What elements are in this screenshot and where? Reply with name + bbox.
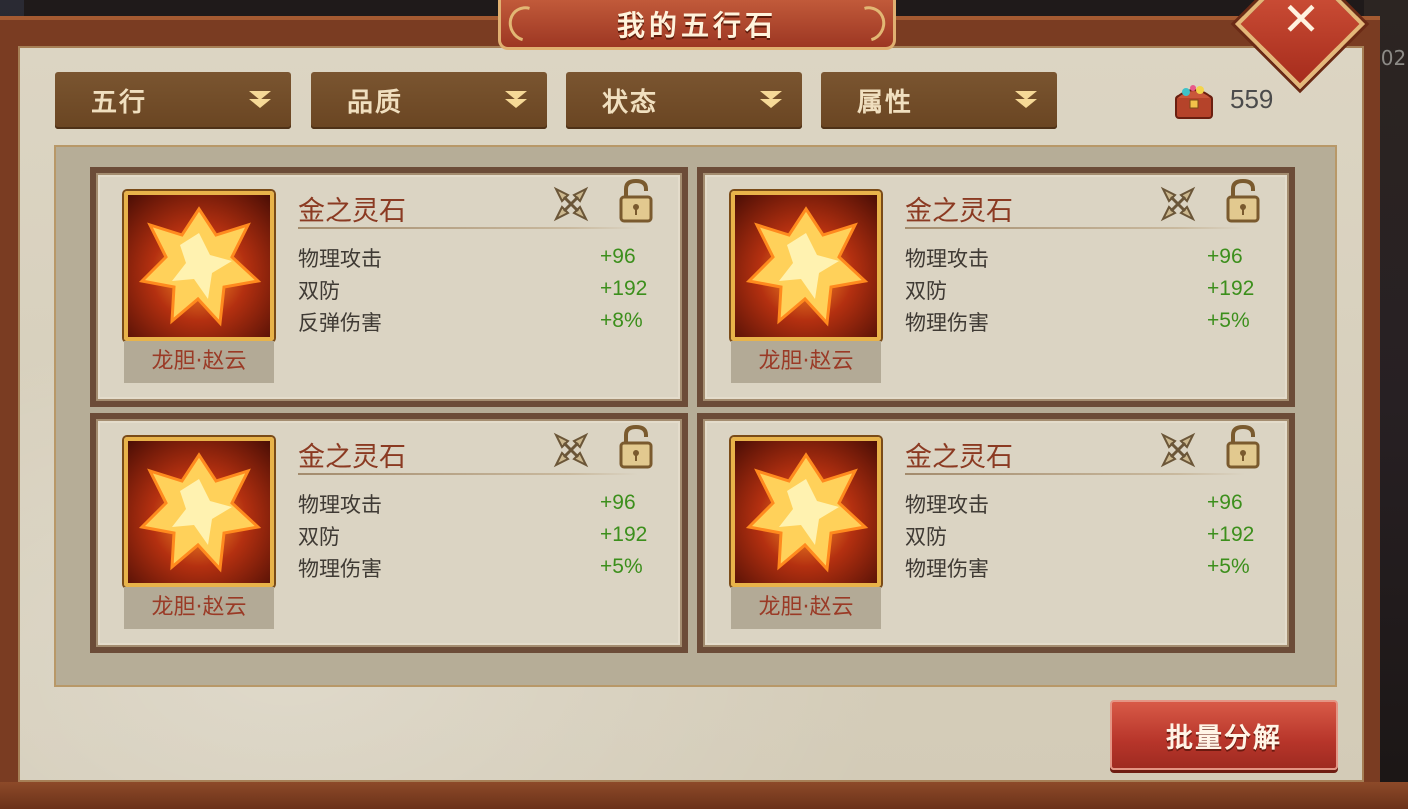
unlocked-lock-icon[interactable] <box>618 425 654 469</box>
stone-name: 金之灵石 <box>905 196 1013 227</box>
attr-value: +96 <box>600 245 636 268</box>
dismantle-icon[interactable] <box>1159 431 1197 469</box>
attr-name: 双防 <box>905 279 947 303</box>
attr-name: 物理伤害 <box>905 557 989 581</box>
chevron-down-icon <box>501 90 529 111</box>
unlocked-lock-icon[interactable] <box>618 179 654 223</box>
unlocked-lock-icon[interactable] <box>1225 425 1261 469</box>
attr-name: 物理伤害 <box>298 557 382 581</box>
attr-name: 双防 <box>298 279 340 303</box>
attr-value: +8% <box>600 309 643 332</box>
attr-name: 物理攻击 <box>905 493 989 517</box>
attr-name: 物理攻击 <box>905 247 989 271</box>
filter-quality[interactable]: 品质 <box>311 72 547 129</box>
gold-stone-icon <box>138 206 262 327</box>
stone-name: 金之灵石 <box>298 442 406 473</box>
owner-tag: 龙胆·赵云 <box>731 341 881 383</box>
filter-wuxing[interactable]: 五行 <box>55 72 291 129</box>
unlocked-lock-icon[interactable] <box>1225 179 1261 223</box>
attr-name: 双防 <box>905 525 947 549</box>
attr-value: +96 <box>1207 245 1243 268</box>
attr-name: 双防 <box>298 525 340 549</box>
batch-dismantle-label: 批量分解 <box>1166 722 1282 754</box>
attr-name: 物理伤害 <box>905 311 989 335</box>
attr-value: +5% <box>1207 555 1250 578</box>
attr-name: 物理攻击 <box>298 493 382 517</box>
attr-value: +96 <box>1207 491 1243 514</box>
chevron-down-icon <box>756 90 784 111</box>
filter-attribute[interactable]: 属性 <box>821 72 1057 129</box>
attr-name: 物理攻击 <box>298 247 382 271</box>
attr-value: +192 <box>1207 523 1255 546</box>
stone-image <box>731 437 881 587</box>
gold-stone-icon <box>745 452 869 573</box>
stone-name: 金之灵石 <box>905 442 1013 473</box>
title-banner: 我的五行石 <box>498 0 896 50</box>
chevron-down-icon <box>1011 90 1039 111</box>
window-title: 我的五行石 <box>616 8 777 42</box>
attr-value: +192 <box>600 277 648 300</box>
attr-value: +192 <box>600 523 648 546</box>
chevron-down-icon <box>245 90 273 111</box>
attr-value: +192 <box>1207 277 1255 300</box>
stone-card[interactable]: 龙胆·赵云 金之灵石 物理攻击 +96 双防 +192 物理伤害 +5% <box>90 413 688 653</box>
attr-value: +5% <box>600 555 643 578</box>
attr-value: +5% <box>1207 309 1250 332</box>
close-icon[interactable]: ✕ <box>1276 0 1326 44</box>
treasure-chest-icon <box>1175 85 1213 119</box>
gold-stone-icon <box>138 452 262 573</box>
divider <box>905 473 1245 475</box>
filter-status[interactable]: 状态 <box>566 72 802 129</box>
stone-card[interactable]: 龙胆·赵云 金之灵石 物理攻击 +96 双防 +192 反弹伤害 +8% <box>90 167 688 407</box>
filter-label: 状态 <box>602 88 659 118</box>
attr-value: +96 <box>600 491 636 514</box>
owner-tag: 龙胆·赵云 <box>731 587 881 629</box>
attr-name: 反弹伤害 <box>298 311 382 335</box>
divider <box>298 473 638 475</box>
stone-image <box>124 437 274 587</box>
filter-label: 五行 <box>91 88 148 118</box>
divider <box>298 227 638 229</box>
owner-tag: 龙胆·赵云 <box>124 341 274 383</box>
stone-image <box>731 191 881 341</box>
dismantle-icon[interactable] <box>552 431 590 469</box>
batch-dismantle-button[interactable]: 批量分解 <box>1110 700 1338 770</box>
stone-card[interactable]: 龙胆·赵云 金之灵石 物理攻击 +96 双防 +192 物理伤害 +5% <box>697 167 1295 407</box>
filter-label: 属性 <box>857 88 914 118</box>
gold-stone-icon <box>745 206 869 327</box>
filter-label: 品质 <box>347 88 404 118</box>
bottom-bar <box>0 782 1408 809</box>
stone-image <box>124 191 274 341</box>
divider <box>905 227 1245 229</box>
owner-tag: 龙胆·赵云 <box>124 587 274 629</box>
stone-card[interactable]: 龙胆·赵云 金之灵石 物理攻击 +96 双防 +192 物理伤害 +5% <box>697 413 1295 653</box>
currency-value: 559 <box>1230 84 1274 114</box>
dismantle-icon[interactable] <box>1159 185 1197 223</box>
stone-name: 金之灵石 <box>298 196 406 227</box>
dismantle-icon[interactable] <box>552 185 590 223</box>
